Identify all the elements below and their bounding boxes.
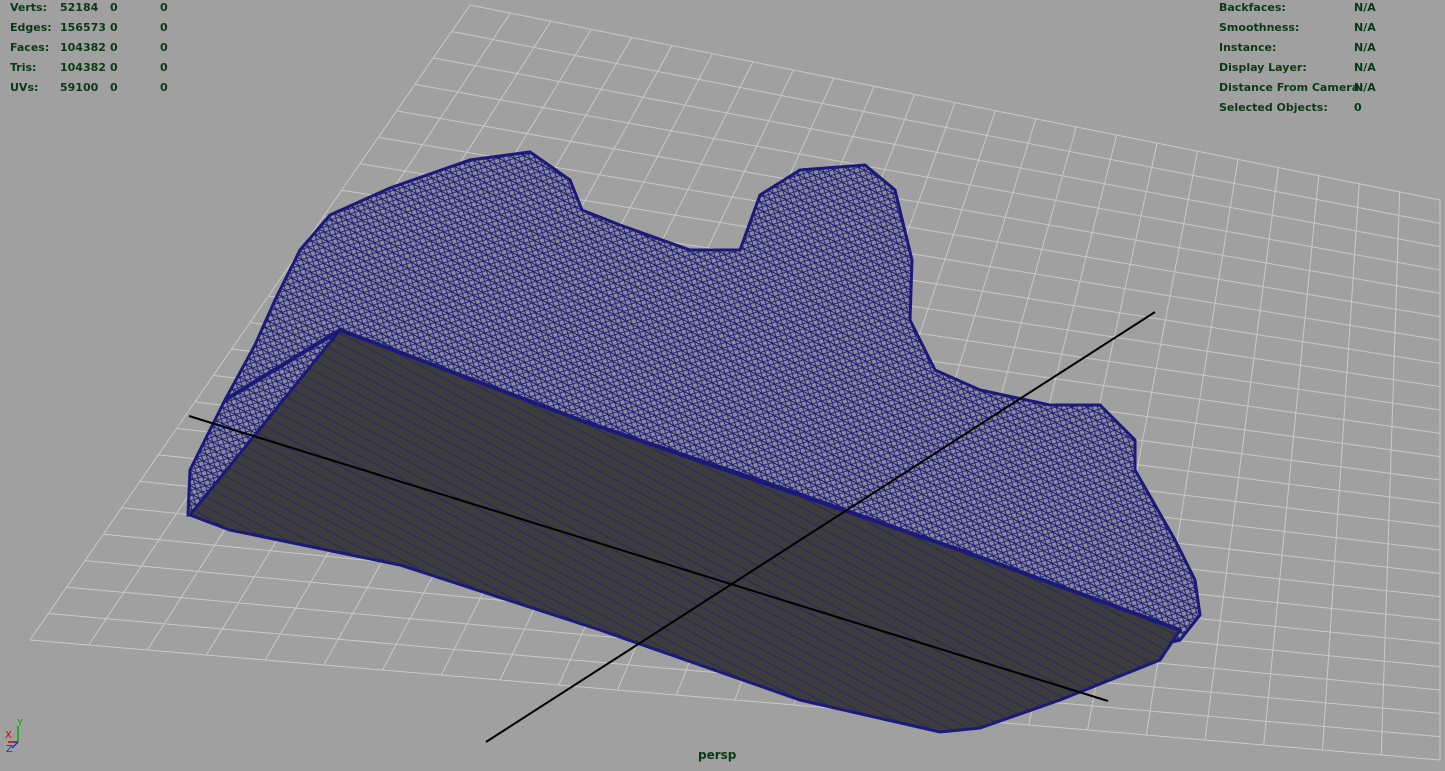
info-label: Backfaces: bbox=[1219, 1, 1286, 14]
svg-text:Z: Z bbox=[6, 744, 13, 755]
grid-line bbox=[1263, 175, 1320, 746]
camera-name-label: persp bbox=[698, 748, 737, 762]
3d-viewport[interactable]: Verts: 52184 0 0 Edges: 156573 0 0 Faces: 104382 0… bbox=[0, 0, 1445, 767]
stat-label: Tris: bbox=[10, 61, 37, 74]
xyz-axis-icon: Y X Z bbox=[5, 718, 24, 755]
stat-label: Edges: bbox=[10, 21, 52, 34]
stat-label: Verts: bbox=[10, 1, 48, 14]
stat-value: 0 bbox=[160, 61, 168, 74]
stat-value: 0 bbox=[110, 21, 118, 34]
stat-value: 52184 bbox=[60, 1, 99, 14]
info-value: N/A bbox=[1354, 41, 1376, 54]
info-value: N/A bbox=[1354, 21, 1376, 34]
svg-text:Y: Y bbox=[16, 718, 24, 729]
info-value: N/A bbox=[1354, 61, 1376, 74]
grid-line bbox=[1322, 183, 1360, 751]
stat-value: 0 bbox=[160, 21, 168, 34]
stat-label: UVs: bbox=[10, 81, 39, 94]
stat-value: 104382 bbox=[60, 61, 106, 74]
stat-value: 0 bbox=[110, 1, 118, 14]
info-label: Smoothness: bbox=[1219, 21, 1300, 34]
svg-text:X: X bbox=[5, 730, 12, 741]
info-label: Distance From Camera: bbox=[1219, 81, 1364, 94]
stat-value: 0 bbox=[110, 41, 118, 54]
info-value: 0 bbox=[1354, 101, 1362, 114]
grid-line bbox=[1380, 191, 1401, 756]
info-label: Instance: bbox=[1219, 41, 1277, 54]
stat-value: 104382 bbox=[60, 41, 106, 54]
stat-value: 156573 bbox=[60, 21, 106, 34]
mesh-wireframe bbox=[186, 150, 1202, 734]
info-value: N/A bbox=[1354, 1, 1376, 14]
stat-value: 0 bbox=[160, 1, 168, 14]
stat-value: 59100 bbox=[60, 81, 99, 94]
stat-value: 0 bbox=[160, 41, 168, 54]
grid-line bbox=[1204, 167, 1279, 741]
stat-label: Faces: bbox=[10, 41, 50, 54]
stat-value: 0 bbox=[110, 81, 118, 94]
info-label: Selected Objects: bbox=[1219, 101, 1328, 114]
stat-value: 0 bbox=[110, 61, 118, 74]
stat-value: 0 bbox=[160, 81, 168, 94]
info-value: N/A bbox=[1354, 81, 1376, 94]
info-label: Display Layer: bbox=[1219, 61, 1307, 74]
